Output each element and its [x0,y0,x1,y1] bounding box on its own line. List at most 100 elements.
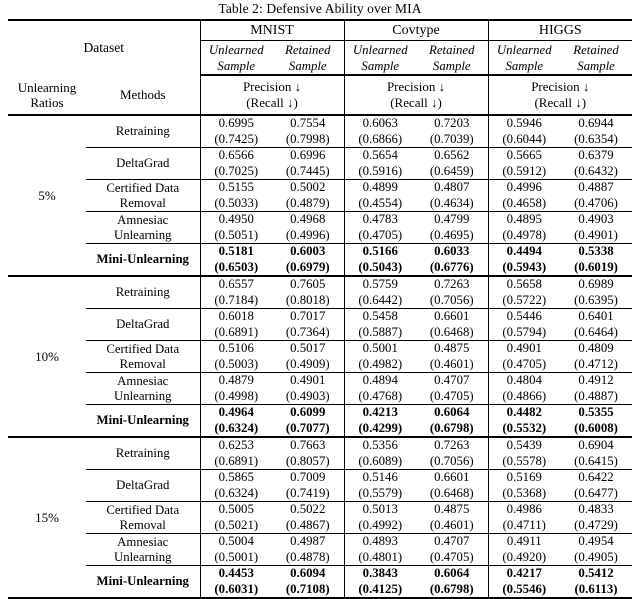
metric-cell: 0.5458 (0.5887) [343,308,417,341]
table-row: Amnesiac Unlearning 0.4950 (0.5051) 0.4968 (0… [8,211,633,244]
metric-cell: 0.6099 (0.7077) [272,404,345,438]
metric-cell: 0.6566 (0.7025) [199,147,273,180]
metric-cell: 0.4875 (0.4601) [416,340,489,373]
table-caption: Table 2: Defensive Ability over MIA [218,1,422,16]
metric-cell: 0.7009 (0.7419) [272,469,345,502]
defensive-ability-table: Dataset MNIST Covtype HIGGS Unlearned Sa… [8,19,633,599]
table-row: DeltaGrad 0.6018 (0.6891) 0.7017 (0.7364) 0.5… [8,308,633,341]
table-body: 5% Retraining 0.6995 (0.7425) 0.7554 (0.7998)… [8,115,633,599]
metric-cell: 0.4482 (0.5532) [487,404,561,438]
metric-cell: 0.6033 (0.6776) [416,243,489,277]
metric-cell: 0.4996 (0.4658) [487,179,561,212]
header-sample-retained-higgs: Retained Sample [560,40,633,76]
metric-cell: 0.4453 (0.6031) [199,565,273,599]
metric-cell: 0.4494 (0.5943) [487,243,561,277]
metric-cell: 0.4213 (0.4299) [343,404,417,438]
method-cell: Retraining [86,276,201,309]
metric-cell: 0.5166 (0.5043) [343,243,417,277]
header-methods-label: Methods [86,75,201,116]
method-cell: Amnesiac Unlearning [86,372,201,405]
metric-cell: 0.6018 (0.6891) [199,308,273,341]
metric-cell: 0.5412 (0.6113) [560,565,633,599]
metric-cell: 0.4986 (0.4711) [487,501,561,534]
header-metric-higgs: Precision ↓ (Recall ↓) [487,75,633,116]
header-sample-unlearned-mnist: Unlearned Sample [199,40,273,76]
header-dataset-higgs: HIGGS [487,19,633,41]
metric-cell: 0.5017 (0.4909) [272,340,345,373]
method-cell: Amnesiac Unlearning [86,533,201,566]
table-row: 10% Retraining 0.6557 (0.7184) 0.7605 (0.8018… [8,276,633,438]
metric-cell: 0.6064 (0.6798) [416,565,489,599]
metric-cell: 0.5946 (0.6044) [487,115,561,148]
table-row: Amnesiac Unlearning 0.4879 (0.4998) 0.4901 (0… [8,372,633,405]
metric-cell: 0.4804 (0.4866) [487,372,561,405]
metric-cell: 0.6003 (0.6979) [272,243,345,277]
method-cell: DeltaGrad [86,308,201,341]
metric-cell: 0.4879 (0.4998) [199,372,273,405]
header-sample-unlearned-higgs: Unlearned Sample [487,40,561,76]
metric-cell: 0.4901 (0.4705) [487,340,561,373]
header-row-datasets: Dataset MNIST Covtype HIGGS [8,19,633,75]
header-dataset-label: Dataset [8,19,201,75]
metric-cell: 0.6995 (0.7425) [199,115,273,148]
metric-cell: 0.4954 (0.4905) [560,533,633,566]
metric-cell: 0.6989 (0.6395) [560,276,633,309]
ratio-cell: 10% [8,276,86,438]
metric-cell: 0.6904 (0.6415) [560,437,633,470]
metric-cell: 0.5658 (0.5722) [487,276,561,309]
metric-cell: 0.7263 (0.7056) [416,276,489,309]
metric-cell: 0.5181 (0.6503) [199,243,273,277]
method-cell: Mini-Unlearning [86,565,201,599]
table-row: Amnesiac Unlearning 0.5004 (0.5001) 0.4987 (0… [8,533,633,566]
metric-cell: 0.3843 (0.4125) [343,565,417,599]
metric-cell: 0.5338 (0.6019) [560,243,633,277]
table-row: DeltaGrad 0.6566 (0.7025) 0.6996 (0.7445) 0.5… [8,147,633,180]
header-sample-retained-covtype: Retained Sample [416,40,489,76]
metric-cell: 0.5446 (0.5794) [487,308,561,341]
method-cell: Retraining [86,437,201,470]
metric-cell: 0.5146 (0.5579) [343,469,417,502]
metric-cell: 0.5106 (0.5003) [199,340,273,373]
header-row-metrics: Unlearning Ratios Methods Precision ↓ (R… [8,75,633,116]
metric-cell: 0.4903 (0.4901) [560,211,633,244]
metric-cell: 0.4887 (0.4706) [560,179,633,212]
table-row: 15% Retraining 0.6253 (0.6891) 0.7663 (0.8057… [8,437,633,599]
table-row: 5% Retraining 0.6995 (0.7425) 0.7554 (0.7998)… [8,115,633,277]
metric-cell: 0.5005 (0.5021) [199,501,273,534]
metric-cell: 0.5002 (0.4879) [272,179,345,212]
metric-cell: 0.7017 (0.7364) [272,308,345,341]
metric-cell: 0.5356 (0.6089) [343,437,417,470]
ratio-cell: 15% [8,437,86,599]
metric-cell: 0.7663 (0.8057) [272,437,345,470]
metric-cell: 0.5665 (0.5912) [487,147,561,180]
metric-cell: 0.6064 (0.6798) [416,404,489,438]
metric-cell: 0.4833 (0.4729) [560,501,633,534]
metric-cell: 0.5155 (0.5033) [199,179,273,212]
metric-cell: 0.5439 (0.5578) [487,437,561,470]
metric-cell: 0.5759 (0.6442) [343,276,417,309]
metric-cell: 0.6253 (0.6891) [199,437,273,470]
metric-cell: 0.5001 (0.4982) [343,340,417,373]
header-sample-unlearned-covtype: Unlearned Sample [343,40,417,76]
metric-cell: 0.4217 (0.5546) [487,565,561,599]
metric-cell: 0.4912 (0.4887) [560,372,633,405]
method-cell: Certified Data Removal [86,340,201,373]
header-dataset-mnist: MNIST [199,19,345,41]
metric-cell: 0.4807 (0.4634) [416,179,489,212]
metric-cell: 0.6063 (0.6866) [343,115,417,148]
metric-cell: 0.5355 (0.6008) [560,404,633,438]
metric-cell: 0.4783 (0.4705) [343,211,417,244]
table-page: Table 2: Defensive Ability over MIA Data… [0,0,640,599]
header-unlearning-ratios-label: Unlearning Ratios [8,75,86,116]
metric-cell: 0.6379 (0.6432) [560,147,633,180]
table-row: Certified Data Removal 0.5106 (0.5003) 0.501… [8,340,633,373]
method-cell: Certified Data Removal [86,179,201,212]
method-cell: Certified Data Removal [86,501,201,534]
metric-cell: 0.6401 (0.6464) [560,308,633,341]
method-cell: Amnesiac Unlearning [86,211,201,244]
method-cell: Mini-Unlearning [86,243,201,277]
metric-cell: 0.5169 (0.5368) [487,469,561,502]
header-sample-retained-mnist: Retained Sample [272,40,345,76]
metric-cell: 0.7203 (0.7039) [416,115,489,148]
metric-cell: 0.4987 (0.4878) [272,533,345,566]
